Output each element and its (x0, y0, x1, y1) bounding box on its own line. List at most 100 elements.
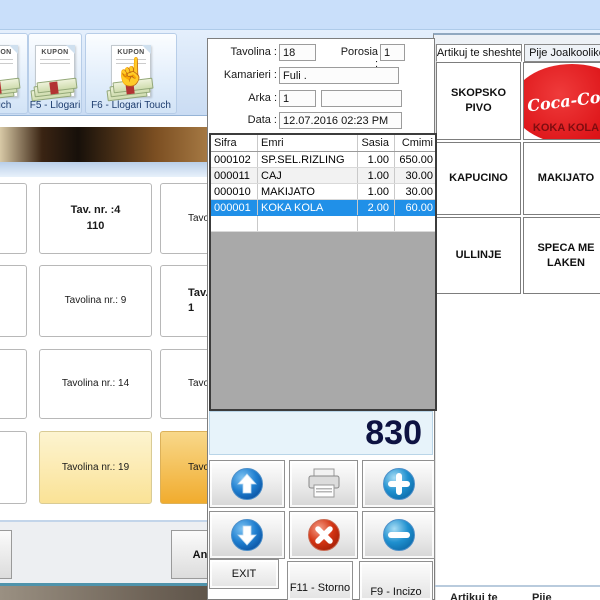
kamarieri-field[interactable]: Fuli . (279, 67, 399, 84)
table-button-label: Tavolina nr.: 9 (65, 294, 127, 308)
partial-tab-label: Artikuj te (450, 592, 498, 600)
ribbon-button-label: F5 - Llogari (28, 99, 82, 113)
minus-icon (382, 518, 416, 552)
header-sifra: Sifra (211, 135, 258, 151)
product-label: MAKIJATO (538, 171, 594, 186)
table-button-partial-left[interactable] (0, 265, 27, 337)
kupon-icon-title: KUPON (36, 49, 74, 56)
tab-pije-joalkoolike[interactable]: Pije Joalkoolike (524, 44, 600, 62)
product-label: KAPUCINO (449, 171, 508, 186)
tavolina-label: Tavolina : (208, 46, 277, 58)
tab-artikuj-te-sheshte[interactable]: Artikuj te sheshte (436, 44, 522, 62)
product-button-makijato[interactable]: MAKIJATO (523, 142, 600, 215)
ribbon-button-label: Touch (0, 99, 13, 113)
exit-button[interactable]: EXIT (209, 559, 279, 589)
kupon-document-icon: KUPON ☝ (111, 45, 151, 97)
f11-storno-button[interactable]: F11 - Storno (287, 561, 353, 600)
table-button-label: Tavolina nr.: 19 (62, 461, 129, 475)
kupon-icon-line (40, 63, 70, 64)
window-top-bar (0, 0, 600, 30)
up-arrow-icon (230, 467, 264, 501)
product-label: SKOPSKO PIVO (437, 86, 520, 116)
table-empty-area (211, 232, 435, 409)
table-button-label: Tav. (188, 286, 208, 301)
kupon-icon-line (40, 59, 70, 60)
table-button-partial-left[interactable] (0, 183, 27, 254)
table-button-14[interactable]: Tavolina nr.: 14 (39, 349, 152, 419)
tab-label: Pije Joalkoolike (529, 47, 600, 59)
f9-incizo-button[interactable]: F9 - Incizo (359, 561, 433, 600)
coca-cola-script-text: Coca-Cola (523, 84, 600, 118)
ribbon-button-partial-touch[interactable]: KUPON Touch (0, 33, 28, 114)
kupon-document-icon: KUPON (0, 45, 18, 97)
remove-item-button[interactable] (362, 511, 435, 559)
product-label: ULLINJE (456, 248, 502, 263)
arka-label: Arka : (208, 92, 277, 104)
table-button-label: Tavolina nr.: 14 (62, 377, 129, 391)
order-table-header: Sifra Emri Sasia Cmimi (211, 135, 435, 152)
exit-button-label: EXIT (232, 568, 256, 580)
print-button[interactable] (289, 460, 358, 508)
order-items-table: Sifra Emri Sasia Cmimi 000102 SP.SEL.RIZ… (209, 133, 437, 411)
table-button-partial-left[interactable] (0, 431, 27, 504)
pos-application: KUPON Touch KUPON F5 - Llogari (0, 0, 600, 600)
ribbon-button-label: F6 - Llogari Touch (89, 99, 173, 113)
arka-field[interactable]: 1 (279, 90, 316, 107)
table-row[interactable]: 000102 SP.SEL.RIZLING 1.00 650.00 (211, 152, 435, 168)
product-label: KOKA KOLA (524, 121, 600, 136)
move-down-button[interactable] (209, 511, 285, 559)
bottom-bar-button-label: An (193, 549, 208, 561)
money-stack-icon (31, 77, 77, 99)
product-button-kapucino[interactable]: KAPUCINO (436, 142, 521, 215)
kupon-icon-title: KUPON (0, 49, 17, 56)
tavolina-field[interactable]: 18 (279, 44, 316, 61)
table-button-label: Tav. nr. :4 (71, 203, 121, 218)
kamarieri-label: Kamarieri : (208, 69, 277, 81)
plus-icon (382, 467, 416, 501)
partial-tab-label: Pije (532, 592, 552, 600)
table-row-selected[interactable]: 000001 KOKA KOLA 2.00 60.00 (211, 200, 435, 216)
tab-label: Artikuj te sheshte (437, 47, 521, 59)
cancel-icon (307, 518, 341, 552)
table-row[interactable]: 000010 MAKIJATO 1.00 30.00 (211, 184, 435, 200)
header-emri: Emri (258, 135, 358, 151)
kupon-icon-title: KUPON (112, 49, 150, 56)
data-field[interactable]: 12.07.2016 02:23 PM (279, 112, 402, 129)
bottom-bar-partial-button-left[interactable] (0, 530, 12, 579)
product-button-skopsko-pivo[interactable]: SKOPSKO PIVO (436, 62, 521, 140)
articles-bottom-partial-tabs: Artikuj te Pije (434, 592, 600, 600)
kupon-icon-line (0, 59, 13, 60)
product-button-speca-me-laken[interactable]: SPECA ME LAKEN (523, 217, 600, 294)
order-total-value: 830 (365, 414, 422, 453)
down-arrow-icon (230, 518, 264, 552)
money-stack-icon (0, 77, 20, 99)
order-panel: Tavolina : 18 Porosia : 1 Kamarieri : Fu… (207, 38, 435, 600)
table-row[interactable]: 000011 CAJ 1.00 30.00 (211, 168, 435, 184)
table-button-label: 110 (87, 219, 105, 234)
order-total: 830 (209, 411, 433, 455)
articles-bottom-separator (434, 585, 600, 587)
table-button-19[interactable]: Tavolina nr.: 19 (39, 431, 152, 504)
ribbon-button-f5-llogari[interactable]: KUPON F5 - Llogari (28, 33, 82, 114)
product-button-ullinje[interactable]: ULLINJE (436, 217, 521, 294)
printer-icon (306, 468, 342, 500)
delete-order-button[interactable] (289, 511, 358, 559)
table-row-empty (211, 216, 435, 232)
f9-button-label: F9 - Incizo (370, 586, 421, 598)
product-label: SPECA ME LAKEN (532, 241, 600, 271)
product-button-koka-kola[interactable]: Coca-Cola KOKA KOLA (523, 62, 600, 140)
move-up-button[interactable] (209, 460, 285, 508)
porosia-field[interactable]: 1 (380, 44, 405, 61)
data-label: Data : (208, 114, 277, 126)
f11-button-label: F11 - Storno (290, 582, 350, 594)
ribbon-button-f6-llogari-touch[interactable]: KUPON ☝ F6 - Llogari Touch (85, 33, 177, 114)
arka-extra-field[interactable] (321, 90, 402, 107)
articles-panel: Artikuj te sheshte Pije Joalkoolike SKOP… (433, 33, 600, 600)
header-sasia: Sasia (358, 135, 395, 151)
table-button-partial-left[interactable] (0, 349, 27, 419)
table-button-4[interactable]: Tav. nr. :4 110 (39, 183, 152, 254)
kupon-document-icon: KUPON (35, 45, 75, 97)
add-item-button[interactable] (362, 460, 435, 508)
table-button-9[interactable]: Tavolina nr.: 9 (39, 265, 152, 337)
touch-hand-icon: ☝ (114, 59, 148, 86)
